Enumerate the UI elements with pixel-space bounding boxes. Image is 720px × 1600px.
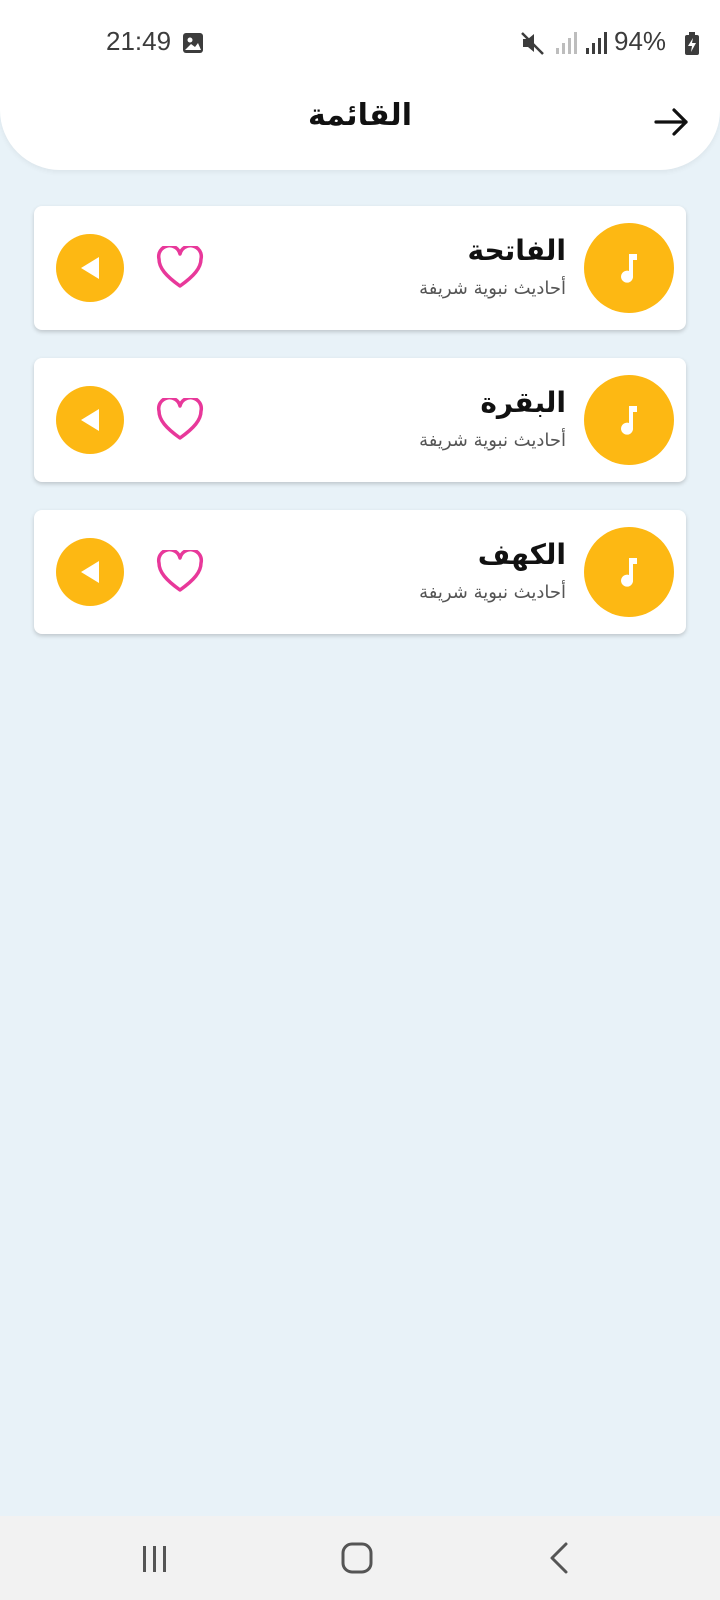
play-left-icon [81, 257, 99, 279]
battery-level: 94% [614, 26, 667, 56]
top-panel: 21:49 94% القائمة [0, 0, 720, 170]
app-screen: 21:49 94% القائمة الفاتحة أحاديث نبوية ش… [0, 0, 720, 1600]
navigation-bar [0, 1516, 720, 1600]
item-title: الكهف [477, 538, 566, 571]
status-time: 21:49 [106, 26, 172, 56]
item-subtitle: أحاديث نبوية شريفة [419, 430, 566, 451]
heart-icon[interactable] [156, 246, 204, 290]
image-icon [183, 33, 203, 53]
play-button[interactable] [56, 234, 124, 302]
item-title: البقرة [480, 386, 566, 419]
signal-icon [556, 32, 577, 54]
battery-charging-icon [685, 32, 699, 55]
list-item[interactable]: البقرة أحاديث نبوية شريفة [34, 358, 686, 482]
play-button[interactable] [56, 538, 124, 606]
status-right: 94% [520, 26, 720, 60]
list-item[interactable]: الكهف أحاديث نبوية شريفة [34, 510, 686, 634]
page-title: القائمة [308, 98, 412, 133]
item-subtitle: أحاديث نبوية شريفة [419, 278, 566, 299]
heart-icon[interactable] [156, 398, 204, 442]
music-note-icon [621, 558, 637, 587]
item-subtitle: أحاديث نبوية شريفة [419, 582, 566, 603]
heart-icon[interactable] [156, 550, 204, 594]
music-note-badge [584, 527, 674, 617]
track-list: الفاتحة أحاديث نبوية شريفة البقرة أحاديث… [34, 206, 686, 662]
play-left-icon [81, 561, 99, 583]
music-note-badge [584, 375, 674, 465]
play-left-icon [81, 409, 99, 431]
home-icon[interactable] [340, 1540, 374, 1576]
signal-icon [586, 32, 607, 54]
play-button[interactable] [56, 386, 124, 454]
arrow-right-icon[interactable] [652, 102, 692, 142]
list-item[interactable]: الفاتحة أحاديث نبوية شريفة [34, 206, 686, 330]
status-bar: 21:49 94% [0, 0, 720, 90]
mute-icon [521, 32, 544, 55]
music-note-icon [621, 254, 637, 283]
music-note-badge [584, 223, 674, 313]
music-note-icon [621, 406, 637, 435]
recent-apps-icon[interactable] [138, 1542, 172, 1576]
back-icon[interactable] [546, 1540, 572, 1576]
item-title: الفاتحة [467, 234, 566, 267]
